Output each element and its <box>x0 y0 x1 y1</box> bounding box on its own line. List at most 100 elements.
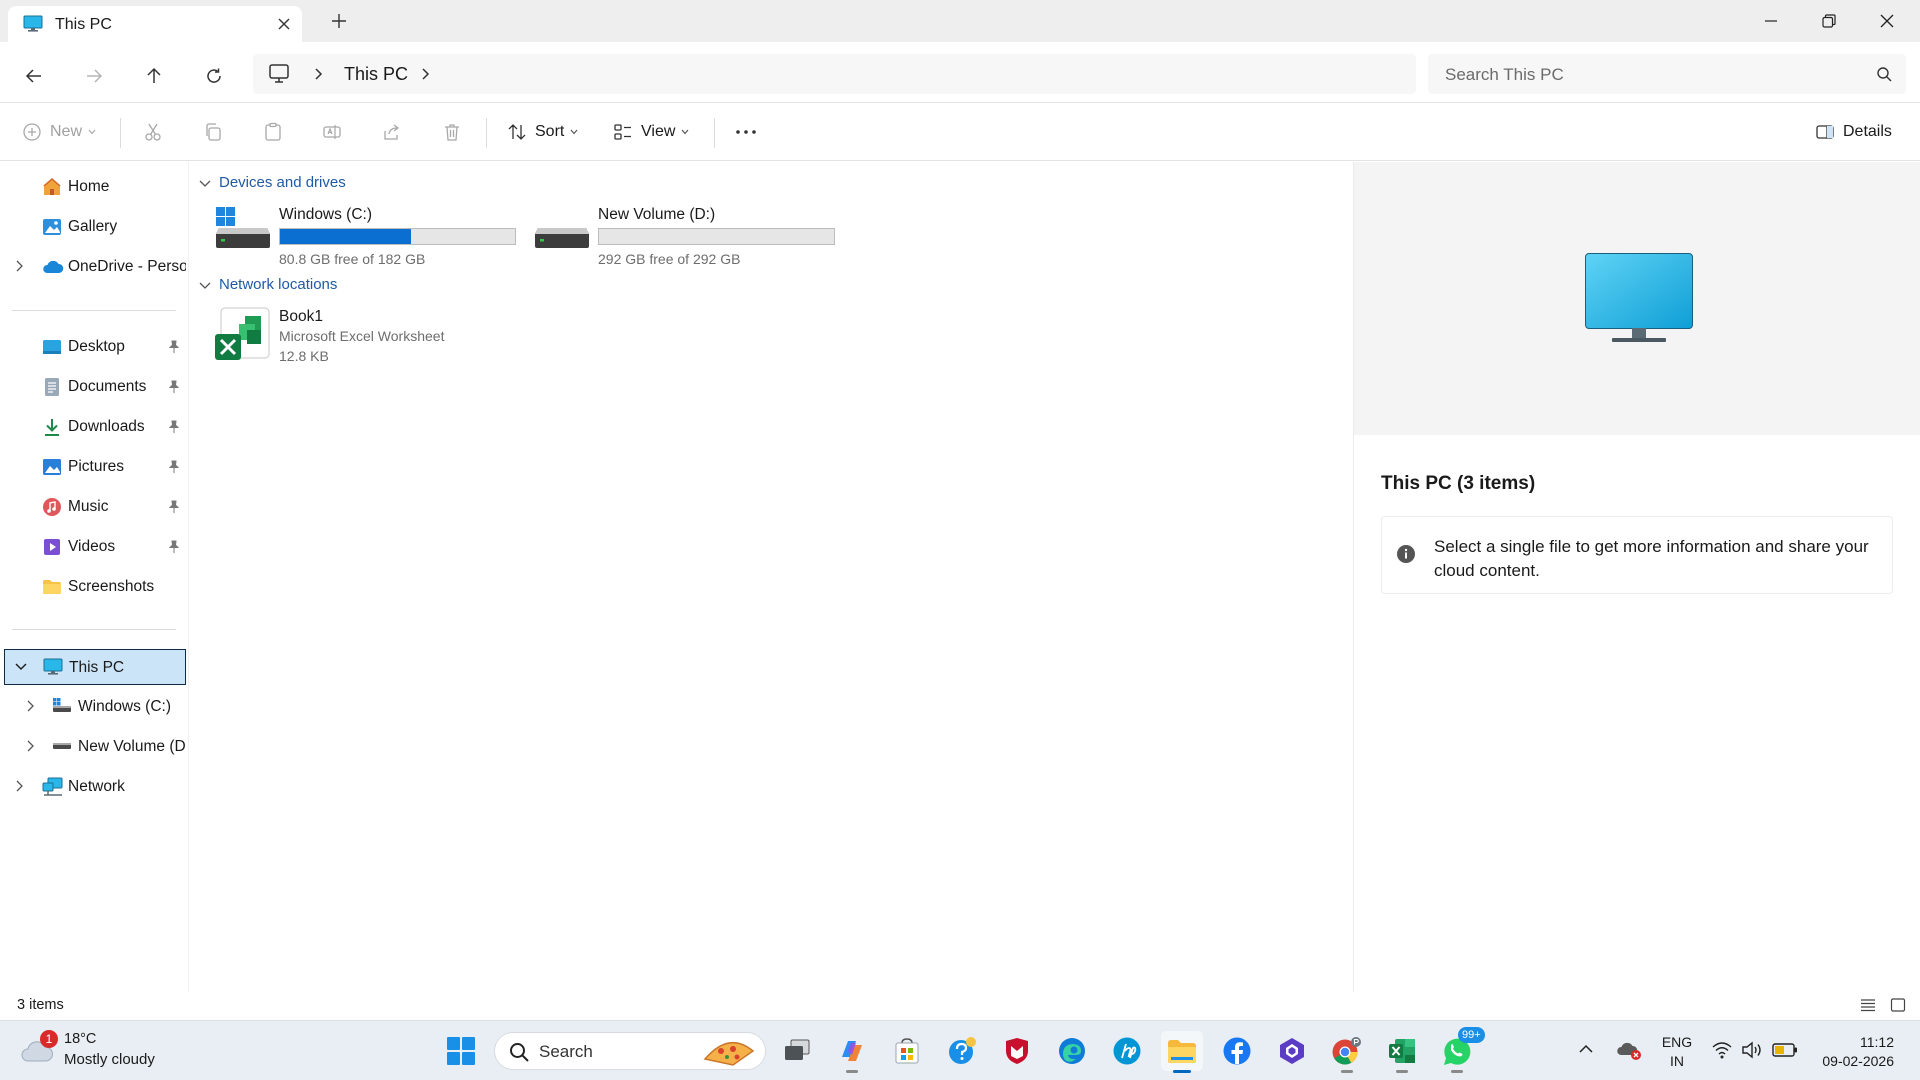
search-placeholder: Search This PC <box>1445 65 1564 84</box>
status-bar: 3 items <box>0 992 1920 1020</box>
breadcrumb-this-pc[interactable]: This PC <box>344 64 408 85</box>
tab-title: This PC <box>55 16 112 33</box>
new-button[interactable]: New <box>22 116 96 148</box>
sidebar-item-windows-c[interactable]: Windows (C:) <box>0 689 188 725</box>
cut-button[interactable] <box>143 116 163 148</box>
sidebar-item-new-volume[interactable]: New Volume (D:) <box>0 729 188 765</box>
close-tab-icon[interactable] <box>276 16 292 32</box>
pin-icon[interactable] <box>168 500 180 514</box>
restore-button[interactable] <box>1800 0 1858 42</box>
facebook-button[interactable] <box>1216 1031 1258 1071</box>
file-book1[interactable]: Book1 Microsoft Excel Worksheet 12.8 KB <box>215 306 515 366</box>
sidebar-item-videos[interactable]: Videos <box>0 529 188 565</box>
plus-circle-icon <box>23 123 41 141</box>
sidebar-item-desktop[interactable]: Desktop <box>0 329 188 365</box>
copy-button[interactable] <box>203 116 223 148</box>
chevron-right-icon[interactable] <box>25 740 35 752</box>
onedrive-icon <box>42 257 64 277</box>
cut-icon <box>145 123 161 141</box>
chevron-right-icon[interactable] <box>25 700 35 712</box>
sidebar-item-network[interactable]: Network <box>0 769 188 805</box>
search-icon[interactable] <box>1876 66 1892 82</box>
drive-windows-c[interactable]: Windows (C:) 80.8 GB free of 182 GB <box>215 202 525 267</box>
start-button[interactable] <box>440 1031 482 1071</box>
clipchamp-button[interactable] <box>1271 1031 1313 1071</box>
sort-button[interactable]: Sort <box>507 116 578 148</box>
tab-this-pc[interactable]: This PC <box>8 6 302 42</box>
details-button[interactable]: Details <box>1815 116 1892 148</box>
store-icon <box>895 1038 919 1064</box>
sidebar-item-downloads[interactable]: Downloads <box>0 409 188 445</box>
microsoft-store-button[interactable] <box>886 1031 928 1071</box>
tiles-view-icon[interactable] <box>1890 997 1906 1013</box>
whatsapp-button[interactable]: 99+ <box>1436 1027 1485 1073</box>
wifi-icon[interactable] <box>1712 1041 1732 1059</box>
weather-widget[interactable]: 1 18°C Mostly cloudy <box>20 1029 220 1073</box>
battery-icon[interactable] <box>1772 1042 1798 1058</box>
group-header-network[interactable]: Network locations <box>199 276 337 293</box>
chevron-down-icon <box>681 129 689 135</box>
pin-icon[interactable] <box>168 460 180 474</box>
sidebar-item-gallery[interactable]: Gallery <box>0 209 188 245</box>
home-icon <box>42 177 62 197</box>
copilot-button[interactable] <box>831 1031 873 1073</box>
file-explorer-button[interactable] <box>1161 1031 1203 1073</box>
details-view-icon[interactable] <box>1860 997 1876 1013</box>
more-options-button[interactable] <box>734 116 758 148</box>
sidebar-item-label: Windows (C:) <box>78 698 172 715</box>
up-button[interactable] <box>138 60 170 92</box>
sidebar-divider <box>12 310 176 311</box>
mcafee-button[interactable] <box>996 1031 1038 1071</box>
search-input[interactable]: Search This PC <box>1428 54 1906 94</box>
pin-icon[interactable] <box>168 420 180 434</box>
group-header-devices[interactable]: Devices and drives <box>199 174 346 191</box>
close-window-button[interactable] <box>1858 0 1916 42</box>
rename-button[interactable] <box>322 116 342 148</box>
drive-free-space: 80.8 GB free of 182 GB <box>279 251 426 267</box>
chevron-down-icon[interactable] <box>15 661 27 671</box>
chevron-up-icon[interactable] <box>1578 1043 1594 1055</box>
sidebar-item-screenshots[interactable]: Screenshots <box>0 569 188 605</box>
documents-folder-icon <box>42 377 62 397</box>
forward-button[interactable] <box>78 60 110 92</box>
edge-browser-button[interactable] <box>1051 1031 1093 1071</box>
system-clock[interactable]: 11:12 09-02-2026 <box>1812 1033 1894 1071</box>
chevron-right-icon[interactable] <box>313 68 323 80</box>
minimize-button[interactable] <box>1742 0 1800 42</box>
sidebar-item-music[interactable]: Music <box>0 489 188 525</box>
get-help-button[interactable] <box>941 1031 983 1071</box>
sidebar-item-onedrive[interactable]: OneDrive - Personal <box>0 249 188 285</box>
chevron-right-icon[interactable] <box>420 68 430 80</box>
view-button[interactable]: View <box>613 116 689 148</box>
pin-icon[interactable] <box>168 540 180 554</box>
chrome-browser-button[interactable] <box>1326 1031 1368 1073</box>
onedrive-sync-icon[interactable] <box>1616 1039 1642 1061</box>
refresh-button[interactable] <box>198 60 230 92</box>
back-button[interactable] <box>18 60 50 92</box>
running-indicator <box>1396 1070 1408 1073</box>
share-button[interactable] <box>382 116 402 148</box>
pin-icon[interactable] <box>168 380 180 394</box>
drive-new-volume-d[interactable]: New Volume (D:) 292 GB free of 292 GB <box>534 202 844 267</box>
pin-icon[interactable] <box>168 340 180 354</box>
sidebar-item-pictures[interactable]: Pictures <box>0 449 188 485</box>
chevron-down-icon <box>199 282 211 289</box>
sidebar-item-home[interactable]: Home <box>0 169 188 205</box>
sidebar-item-label: Home <box>68 178 110 195</box>
excel-button[interactable] <box>1381 1031 1423 1073</box>
taskbar-search-input[interactable]: Search <box>494 1032 766 1070</box>
sidebar-item-this-pc[interactable]: This PC <box>4 649 186 685</box>
new-label: New <box>50 123 83 140</box>
paste-button[interactable] <box>263 116 283 148</box>
input-language[interactable]: ENG IN <box>1661 1033 1693 1071</box>
address-bar[interactable]: This PC <box>253 54 1416 94</box>
sidebar-item-documents[interactable]: Documents <box>0 369 188 405</box>
new-tab-icon[interactable] <box>330 12 348 30</box>
hp-app-button[interactable] <box>1106 1031 1148 1071</box>
chevron-right-icon[interactable] <box>14 260 24 272</box>
task-view-button[interactable] <box>776 1031 818 1071</box>
delete-button[interactable] <box>442 116 462 148</box>
chevron-right-icon[interactable] <box>14 780 24 792</box>
volume-icon[interactable] <box>1741 1041 1763 1059</box>
edge-icon <box>1059 1038 1085 1064</box>
